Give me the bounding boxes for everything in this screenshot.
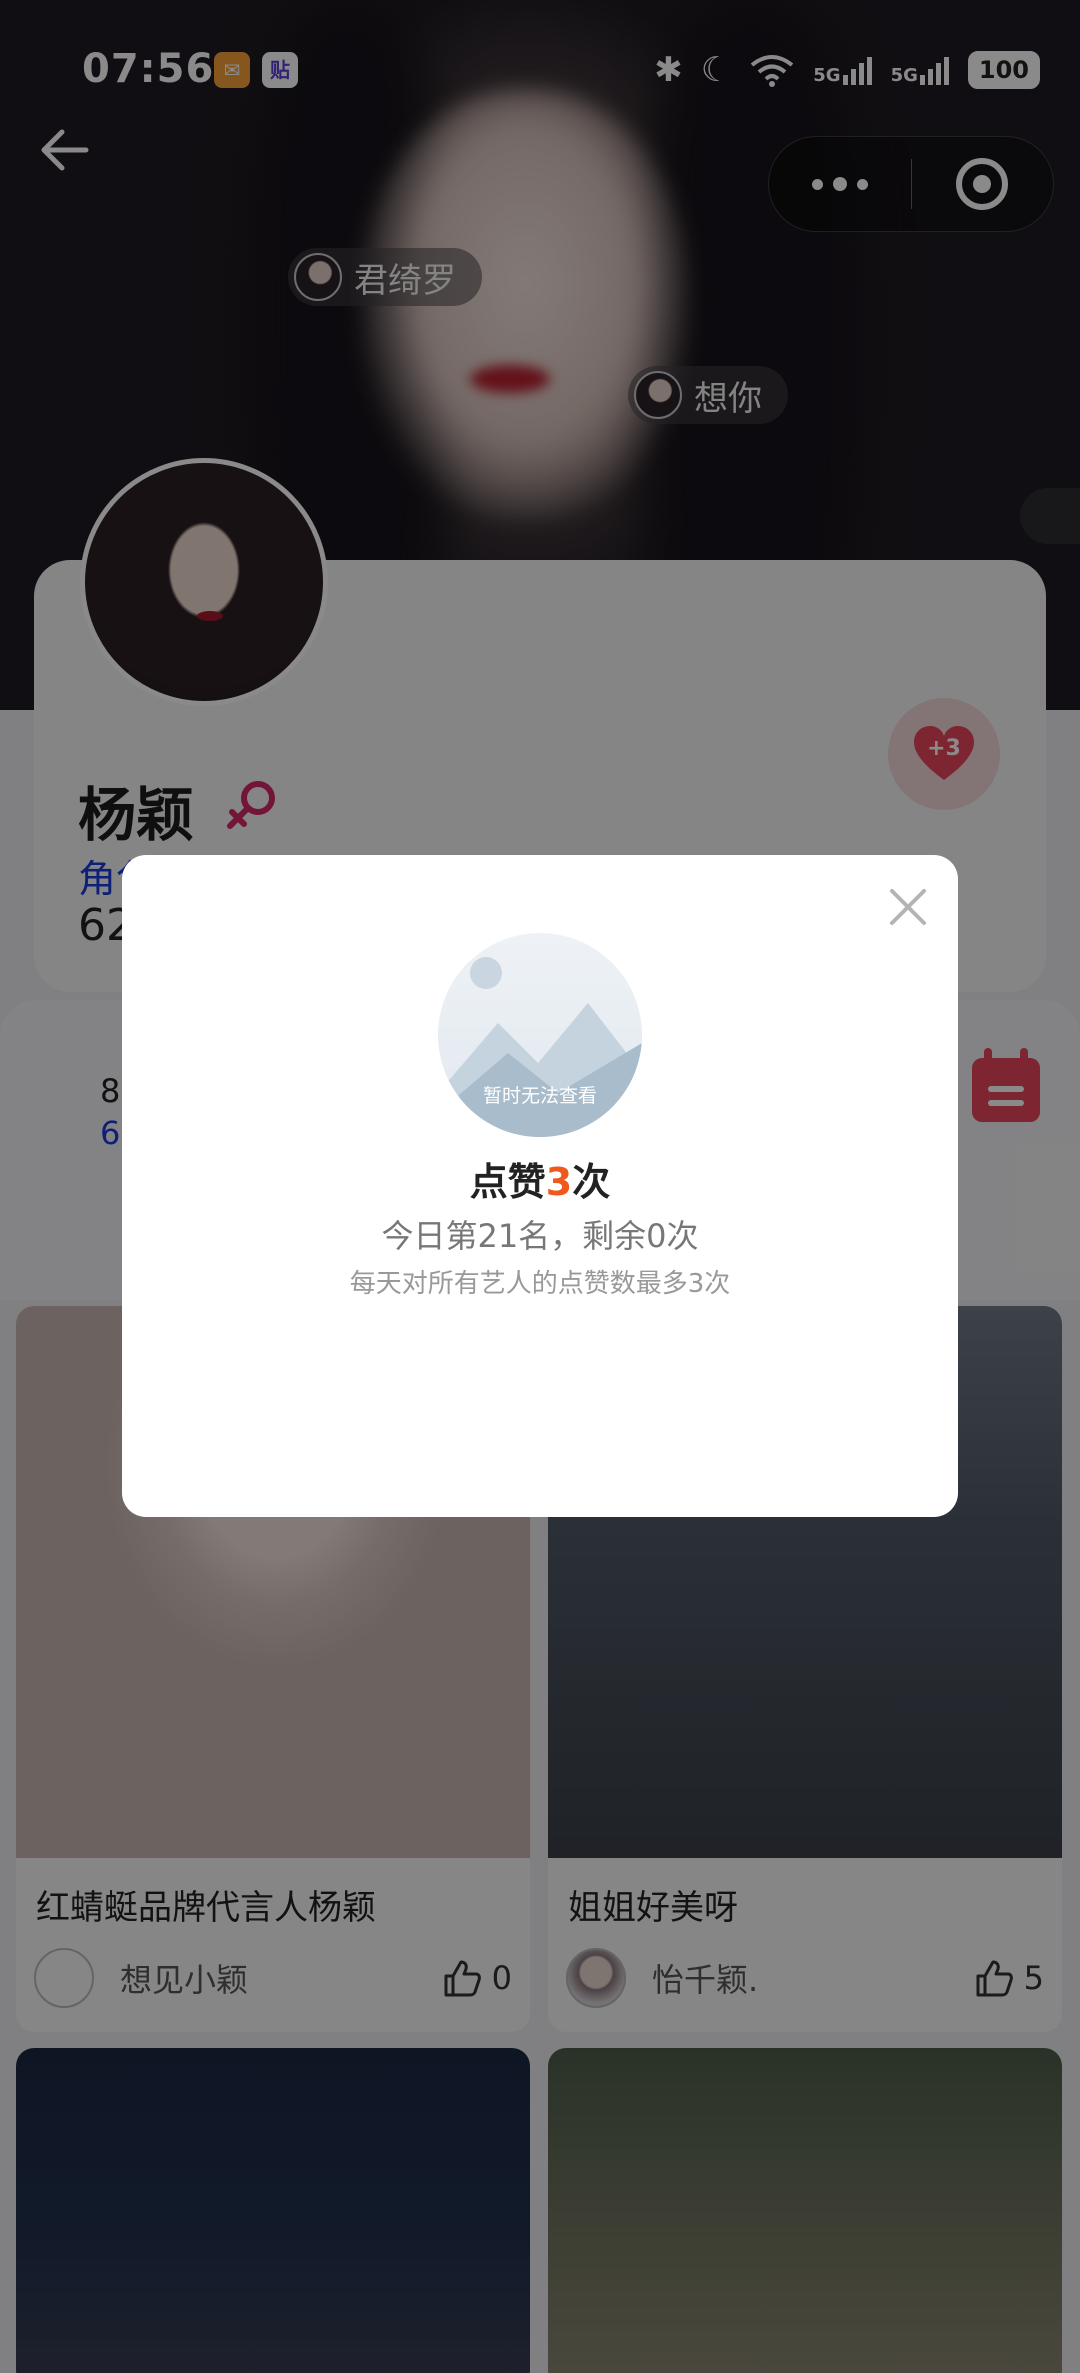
dialog-title-number: 3 <box>545 1160 573 1204</box>
dialog-note: 每天对所有艺人的点赞数最多3次 <box>349 1269 731 1299</box>
page: 07:56 ✉ 贴 ✱ ☾ 5G 5G 100 君绮罗 想你 杨颖 角色 62 … <box>0 0 1080 2373</box>
dialog-subtitle: 今日第21名，剩余0次 <box>381 1217 699 1255</box>
dialog-title-suffix: 次 <box>572 1160 611 1204</box>
placeholder-image: 暂时无法查看 <box>438 933 642 1137</box>
close-icon[interactable] <box>882 881 934 933</box>
dialog-title: 点赞3次 <box>122 1151 958 1206</box>
like-result-dialog: 暂时无法查看 点赞3次 今日第21名，剩余0次 每天对所有艺人的点赞数最多3次 <box>122 855 958 1517</box>
dialog-title-prefix: 点赞 <box>469 1160 546 1204</box>
placeholder-text: 暂时无法查看 <box>482 1085 597 1107</box>
